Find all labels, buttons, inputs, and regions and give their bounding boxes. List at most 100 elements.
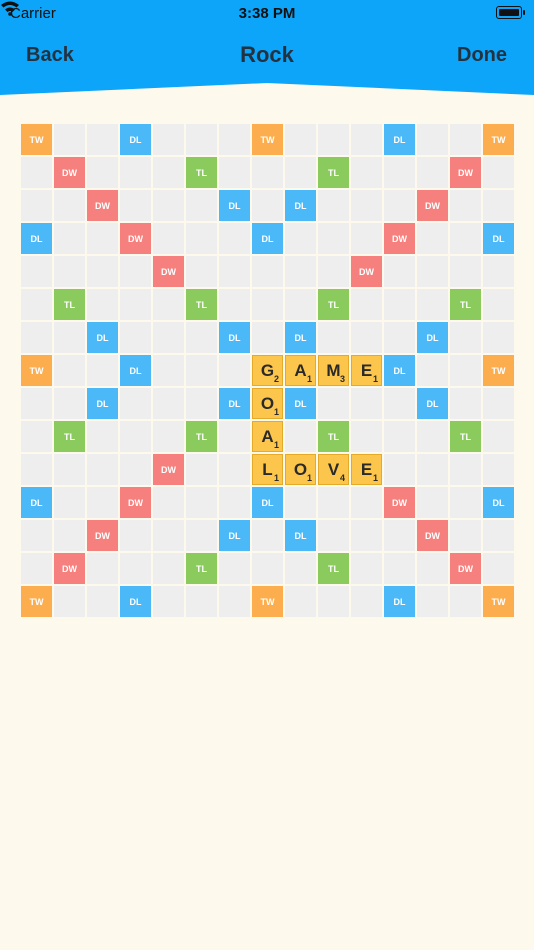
premium-square-dl[interactable]: DL [120, 124, 151, 155]
board-square[interactable] [483, 289, 514, 320]
board-square[interactable] [318, 586, 349, 617]
board-square[interactable] [186, 223, 217, 254]
premium-square-dw[interactable]: DW [153, 256, 184, 287]
board-square[interactable] [186, 322, 217, 353]
premium-square-dw[interactable]: DW [54, 157, 85, 188]
premium-square-tw[interactable]: TW [21, 586, 52, 617]
board-square[interactable] [219, 157, 250, 188]
board-square[interactable] [120, 388, 151, 419]
board-square[interactable] [153, 190, 184, 221]
premium-square-tw[interactable]: TW [483, 124, 514, 155]
board-square[interactable] [120, 289, 151, 320]
board-square[interactable] [120, 256, 151, 287]
premium-square-dl[interactable]: DL [252, 223, 283, 254]
premium-square-tw[interactable]: TW [483, 355, 514, 386]
board-square[interactable] [417, 355, 448, 386]
letter-tile[interactable]: V4 [318, 454, 349, 485]
board-square[interactable] [120, 520, 151, 551]
board-square[interactable] [153, 223, 184, 254]
premium-square-tl[interactable]: TL [186, 553, 217, 584]
board-square[interactable] [483, 322, 514, 353]
board-square[interactable] [219, 289, 250, 320]
board-square[interactable] [21, 454, 52, 485]
board-square[interactable] [483, 190, 514, 221]
letter-tile[interactable]: L1 [252, 454, 283, 485]
premium-square-tl[interactable]: TL [54, 289, 85, 320]
board-square[interactable] [21, 553, 52, 584]
board-square[interactable] [417, 553, 448, 584]
board-square[interactable] [318, 124, 349, 155]
board-square[interactable] [153, 355, 184, 386]
board-square[interactable] [285, 487, 316, 518]
board-square[interactable] [252, 322, 283, 353]
board-square[interactable] [450, 355, 481, 386]
board-square[interactable] [153, 322, 184, 353]
board-square[interactable] [186, 388, 217, 419]
premium-square-dl[interactable]: DL [384, 355, 415, 386]
board-square[interactable] [351, 223, 382, 254]
board-square[interactable] [483, 520, 514, 551]
board-square[interactable] [87, 289, 118, 320]
board-square[interactable] [219, 454, 250, 485]
board-square[interactable] [285, 256, 316, 287]
board-square[interactable] [21, 256, 52, 287]
board-square[interactable] [450, 190, 481, 221]
board-square[interactable] [450, 124, 481, 155]
board-square[interactable] [21, 520, 52, 551]
board-square[interactable] [285, 223, 316, 254]
board-square[interactable] [219, 586, 250, 617]
letter-tile[interactable]: G2 [252, 355, 283, 386]
board-square[interactable] [54, 256, 85, 287]
board-square[interactable] [186, 487, 217, 518]
board-square[interactable] [54, 223, 85, 254]
board-square[interactable] [219, 553, 250, 584]
board-square[interactable] [21, 289, 52, 320]
board-square[interactable] [219, 355, 250, 386]
board-square[interactable] [450, 520, 481, 551]
board-square[interactable] [153, 586, 184, 617]
board-square[interactable] [351, 388, 382, 419]
premium-square-dl[interactable]: DL [384, 124, 415, 155]
done-button[interactable]: Done [457, 44, 507, 67]
board-square[interactable] [219, 223, 250, 254]
board-square[interactable] [318, 190, 349, 221]
board-square[interactable] [21, 421, 52, 452]
board-square[interactable] [252, 553, 283, 584]
board-square[interactable] [153, 157, 184, 188]
board-square[interactable] [120, 157, 151, 188]
premium-square-dw[interactable]: DW [450, 157, 481, 188]
board-square[interactable] [219, 421, 250, 452]
board-square[interactable] [285, 586, 316, 617]
board-square[interactable] [384, 421, 415, 452]
board-square[interactable] [153, 553, 184, 584]
board-square[interactable] [21, 190, 52, 221]
board-square[interactable] [54, 586, 85, 617]
board-square[interactable] [384, 520, 415, 551]
premium-square-dl[interactable]: DL [285, 388, 316, 419]
premium-square-dl[interactable]: DL [285, 190, 316, 221]
premium-square-dw[interactable]: DW [54, 553, 85, 584]
board-square[interactable] [186, 256, 217, 287]
board-square[interactable] [87, 421, 118, 452]
board-square[interactable] [417, 454, 448, 485]
premium-square-tw[interactable]: TW [21, 124, 52, 155]
board-square[interactable] [252, 520, 283, 551]
board-square[interactable] [417, 586, 448, 617]
board-square[interactable] [54, 124, 85, 155]
board-square[interactable] [186, 586, 217, 617]
board-square[interactable] [54, 388, 85, 419]
board-square[interactable] [54, 520, 85, 551]
board-square[interactable] [384, 454, 415, 485]
premium-square-tl[interactable]: TL [450, 421, 481, 452]
premium-square-dl[interactable]: DL [219, 190, 250, 221]
board-square[interactable] [219, 256, 250, 287]
premium-square-dl[interactable]: DL [21, 223, 52, 254]
premium-square-dw[interactable]: DW [384, 487, 415, 518]
premium-square-dl[interactable]: DL [417, 322, 448, 353]
board-square[interactable] [450, 454, 481, 485]
premium-square-dl[interactable]: DL [120, 355, 151, 386]
board-square[interactable] [153, 487, 184, 518]
board-square[interactable] [120, 421, 151, 452]
board-square[interactable] [285, 157, 316, 188]
board-square[interactable] [285, 421, 316, 452]
